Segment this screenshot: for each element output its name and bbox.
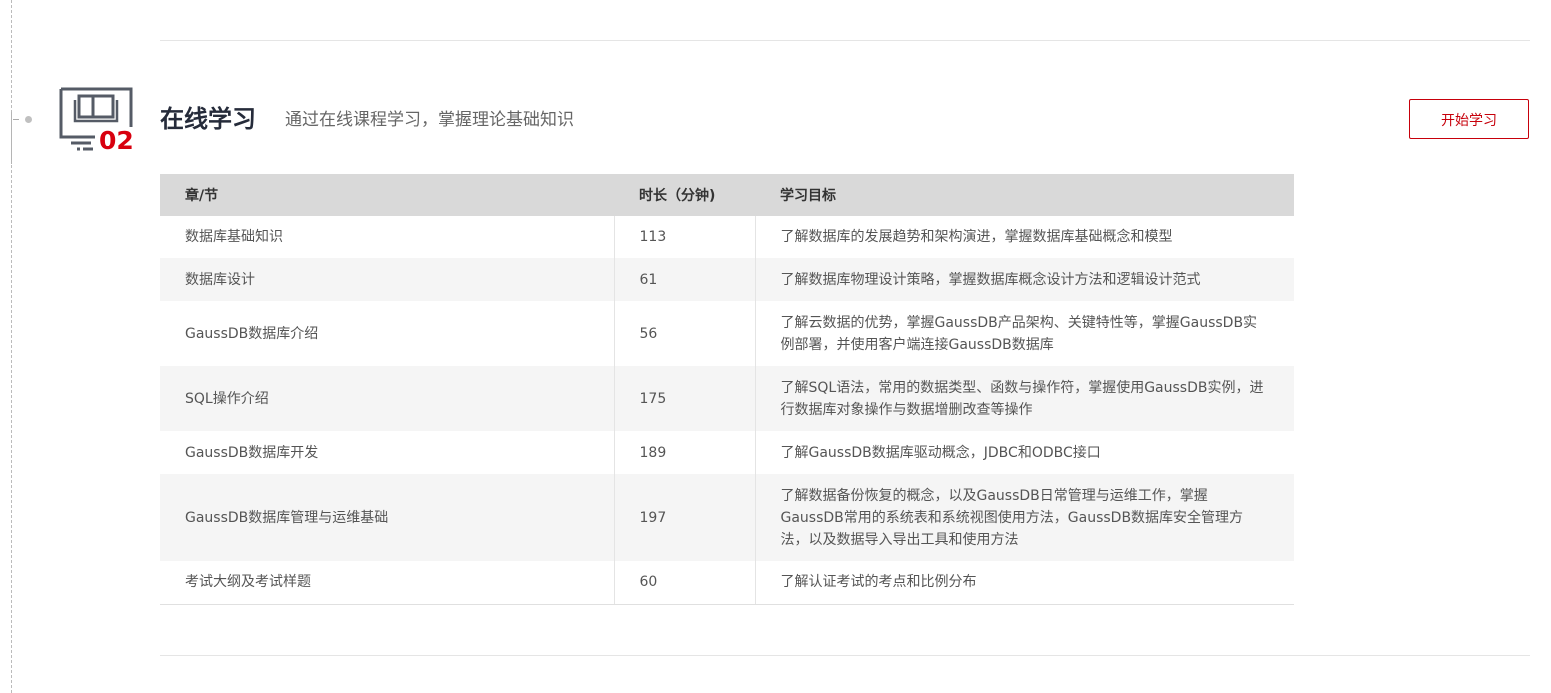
- header-chapter: 章/节: [160, 174, 614, 216]
- goal-cell: 了解数据库的发展趋势和架构演进，掌握数据库基础概念和模型: [780, 229, 1173, 245]
- section-subtitle: 通过在线课程学习，掌握理论基础知识: [285, 110, 574, 130]
- course-table: 章/节 时长（分钟) 学习目标 数据库基础知识 113 了解数据库的发展趋势和架…: [160, 174, 1294, 605]
- table-row: 数据库基础知识 113 了解数据库的发展趋势和架构演进，掌握数据库基础概念和模型: [160, 216, 1294, 258]
- goal-cell: 了解云数据的优势，掌握GaussDB产品架构、关键特性等，掌握GaussDB实例…: [780, 314, 1258, 353]
- top-divider: [160, 40, 1530, 41]
- chapter-cell: 数据库基础知识: [160, 216, 615, 258]
- table-row: 考试大纲及考试样题 60 了解认证考试的考点和比例分布: [160, 561, 1294, 605]
- chapter-cell: GaussDB数据库管理与运维基础: [160, 474, 615, 561]
- section-number: 02: [99, 126, 134, 155]
- header-goal: 学习目标: [755, 174, 1294, 216]
- duration-cell: 113: [614, 216, 756, 258]
- bottom-divider: [160, 655, 1530, 656]
- chapter-cell: GaussDB数据库开发: [160, 431, 615, 474]
- chapter-cell: GaussDB数据库介绍: [160, 301, 615, 366]
- start-learning-button[interactable]: 开始学习: [1409, 99, 1529, 139]
- table-row: SQL操作介绍 175 了解SQL语法，常用的数据类型、函数与操作符，掌握使用G…: [160, 366, 1294, 431]
- table-row: GaussDB数据库管理与运维基础 197 了解数据备份恢复的概念，以及Gaus…: [160, 474, 1294, 561]
- goal-cell: 了解数据库物理设计策略，掌握数据库概念设计方法和逻辑设计范式: [755, 258, 1294, 301]
- chapter-cell: SQL操作介绍: [160, 366, 615, 431]
- duration-cell: 197: [614, 474, 756, 561]
- book-monitor-icon: 02: [59, 87, 134, 155]
- goal-cell: 了解GaussDB数据库驱动概念，JDBC和ODBC接口: [780, 444, 1101, 461]
- table-row: 数据库设计 61 了解数据库物理设计策略，掌握数据库概念设计方法和逻辑设计范式: [160, 258, 1294, 301]
- duration-cell: 56: [614, 301, 756, 366]
- duration-cell: 60: [614, 561, 756, 605]
- duration-cell: 175: [614, 366, 756, 431]
- duration-cell: 189: [614, 431, 756, 474]
- chapter-cell: 考试大纲及考试样题: [160, 561, 615, 605]
- chapter-cell: 数据库设计: [160, 258, 615, 301]
- goal-cell: 了解数据备份恢复的概念，以及GaussDB日常管理与运维工作，掌握GaussDB…: [755, 474, 1294, 561]
- timeline-active-segment: [11, 112, 12, 164]
- timeline-line: [11, 0, 12, 693]
- section-title: 在线学习: [160, 105, 256, 133]
- timeline-dot: [25, 116, 32, 123]
- table-row: GaussDB数据库介绍 56 了解云数据的优势，掌握GaussDB产品架构、关…: [160, 301, 1294, 366]
- goal-cell: 了解认证考试的考点和比例分布: [755, 561, 1294, 605]
- table-header-row: 章/节 时长（分钟) 学习目标: [160, 174, 1294, 216]
- goal-cell: 了解SQL语法，常用的数据类型、函数与操作符，掌握使用GaussDB实例，进行数…: [755, 366, 1294, 431]
- timeline-connector: [13, 119, 19, 121]
- duration-cell: 61: [614, 258, 756, 301]
- table-row: GaussDB数据库开发 189 了解GaussDB数据库驱动概念，JDBC和O…: [160, 431, 1294, 474]
- header-duration: 时长（分钟): [614, 174, 755, 216]
